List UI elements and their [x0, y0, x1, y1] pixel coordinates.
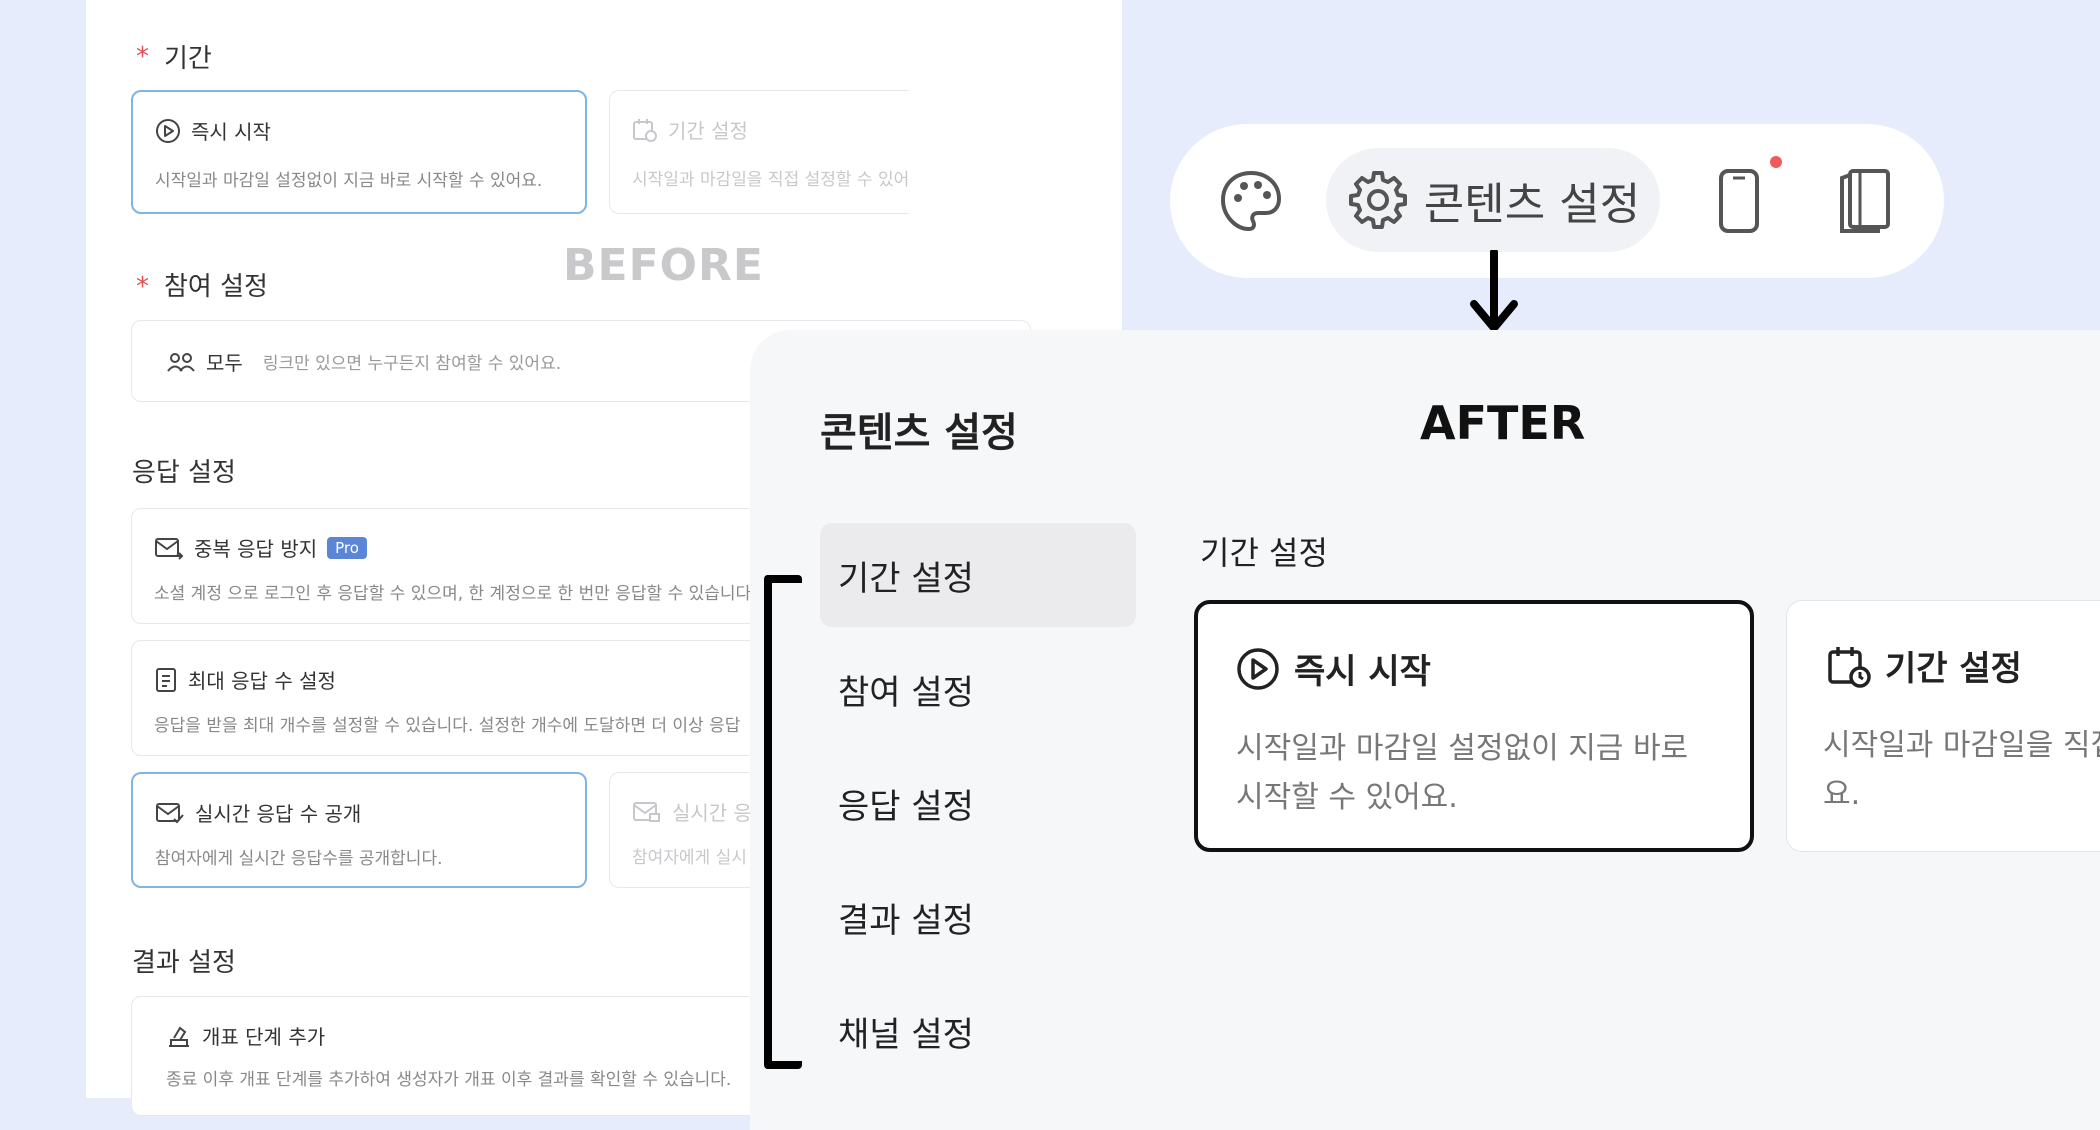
option-title: 실시간 응답 수 공개 — [195, 802, 362, 826]
before-label: BEFORE — [563, 240, 764, 291]
option-title: 개표 단계 추가 — [202, 1025, 326, 1049]
palette-icon — [1218, 168, 1284, 234]
play-circle-icon — [1236, 647, 1280, 691]
live-response-public-option[interactable]: 실시간 응답 수 공개 참여자에게 실시간 응답수를 공개합니다. — [131, 772, 587, 888]
response-section-title: 응답 설정 — [132, 458, 236, 488]
nav-bracket — [764, 575, 802, 1069]
option-desc: 시작일과 마감일을 직접 설정할 수 있어요. — [1823, 728, 2100, 812]
option-desc: 링크만 있으면 누구든지 참여할 수 있어요. — [262, 354, 562, 374]
option-desc: 시작일과 마감일 설정없이 지금 바로 시작할 수 있어요. — [155, 171, 543, 191]
required-mark: * — [136, 42, 149, 72]
option-desc: 참여자에게 실시 — [632, 848, 747, 868]
option-title: 즉시 시작 — [191, 120, 271, 144]
nav-item-participation[interactable]: 참여 설정 — [820, 637, 1136, 741]
option-desc: 종료 이후 개표 단계를 추가하여 생성자가 개표 이후 결과를 확인할 수 있… — [166, 1070, 732, 1090]
nav-item-period[interactable]: 기간 설정 — [820, 523, 1136, 627]
option-title: 즉시 시작 — [1294, 652, 1431, 692]
option-desc: 참여자에게 실시간 응답수를 공개합니다. — [155, 849, 443, 869]
ballot-icon — [166, 1024, 192, 1048]
calendar-clock-icon — [1827, 644, 1871, 688]
document-list-icon — [154, 667, 178, 693]
mail-arrow-icon — [154, 536, 184, 560]
period-section-title: 기간 — [164, 44, 212, 74]
users-icon — [166, 350, 196, 374]
palette-button[interactable] — [1216, 166, 1286, 236]
required-mark: * — [136, 272, 149, 302]
gear-icon — [1346, 168, 1410, 232]
mobile-icon — [1718, 168, 1760, 234]
participation-section-title: 참여 설정 — [164, 272, 268, 302]
result-section-title: 결과 설정 — [132, 948, 236, 978]
after-label: AFTER — [1420, 396, 1586, 450]
option-title: 기간 설정 — [1885, 649, 2022, 689]
nav-item-channel[interactable]: 채널 설정 — [820, 979, 1136, 1083]
option-title: 중복 응답 방지 — [194, 537, 318, 561]
arrow-down-icon — [1468, 248, 1520, 338]
option-title: 기간 설정 — [668, 119, 748, 143]
notification-dot — [1770, 156, 1782, 168]
option-desc: 시작일과 마감일을 직접 설정할 수 있어요. — [632, 170, 909, 190]
book-icon — [1836, 168, 1892, 234]
nav-item-response[interactable]: 응답 설정 — [820, 751, 1136, 855]
section-title: 기간 설정 — [1200, 534, 1328, 572]
settings-toolbar: 콘텐츠 설정 — [1170, 124, 1944, 278]
option-desc: 응답을 받을 최대 개수를 설정할 수 있습니다. 설정한 개수에 도달하면 더… — [154, 716, 741, 736]
option-desc: 소셜 계정 으로 로그인 후 응답할 수 있으며, 한 계정으로 한 번만 응답… — [154, 584, 752, 604]
content-settings-button[interactable]: 콘텐츠 설정 — [1326, 148, 1660, 252]
option-desc: 시작일과 마감일 설정없이 지금 바로 시작할 수 있어요. — [1236, 731, 1689, 815]
play-circle-icon — [155, 118, 181, 144]
option-title: 최대 응답 수 설정 — [188, 669, 336, 693]
content-settings-label: 콘텐츠 설정 — [1423, 179, 1641, 230]
nav-item-result[interactable]: 결과 설정 — [820, 865, 1136, 969]
after-panel-title: 콘텐츠 설정 — [820, 410, 1018, 456]
instant-start-option[interactable]: 즉시 시작 시작일과 마감일 설정없이 지금 바로 시작할 수 있어요. — [131, 90, 587, 214]
calendar-clock-icon — [632, 117, 658, 143]
mail-check-icon — [155, 801, 185, 825]
mail-lock-icon — [632, 800, 662, 824]
mobile-preview-button[interactable] — [1714, 166, 1764, 236]
pro-badge: Pro — [327, 536, 367, 559]
period-set-option[interactable]: 기간 설정 시작일과 마감일을 직접 설정할 수 있어요. — [1786, 600, 2100, 852]
after-panel: 콘텐츠 설정 AFTER 기간 설정 참여 설정 응답 설정 결과 설정 채널 … — [750, 330, 2100, 1130]
option-title: 모두 — [206, 351, 243, 375]
period-set-option[interactable]: 기간 설정 시작일과 마감일을 직접 설정할 수 있어요. — [609, 90, 909, 214]
book-button[interactable] — [1834, 166, 1894, 236]
instant-start-option[interactable]: 즉시 시작 시작일과 마감일 설정없이 지금 바로 시작할 수 있어요. — [1194, 600, 1754, 852]
